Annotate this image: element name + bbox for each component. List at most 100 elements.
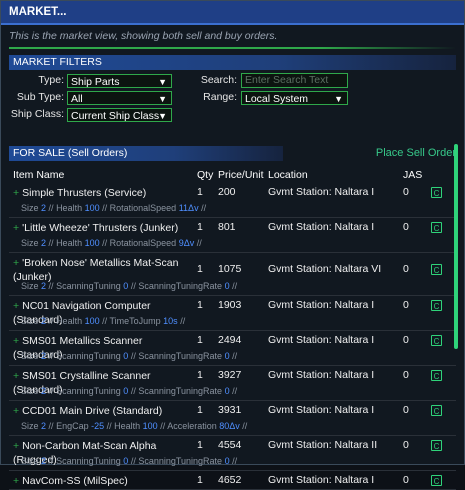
item-name-text: CCD01 Main Drive (Standard)	[22, 405, 163, 417]
subtype-select[interactable]: All ▼	[67, 91, 172, 105]
item-stats: Size 2 // Health 100 // TimeToJump 10s /…	[21, 316, 186, 326]
stat-value: 0	[123, 351, 129, 361]
plus-icon[interactable]: +	[13, 257, 19, 269]
stat-value: 100	[84, 203, 100, 213]
description-divider	[9, 47, 456, 49]
stat-label: TimeToJump	[109, 316, 161, 326]
item-price: 4652	[218, 474, 242, 486]
market-window: MARKET... This is the market view, showi…	[0, 0, 465, 490]
stat-label: ScanningTuning	[56, 386, 121, 396]
c-button-icon[interactable]: C	[431, 370, 442, 381]
item-jas: 0	[403, 299, 409, 311]
market-filters-panel: Type: Ship Parts ▼ Sub Type: All ▼ Ship …	[9, 70, 456, 142]
table-row[interactable]: + Simple Thrusters (Service) 1 200 Gvmt Stat…	[9, 183, 456, 218]
item-name: + 'Little Wheeze' Thrusters (Junker)	[13, 221, 193, 235]
plus-icon[interactable]: +	[13, 370, 19, 382]
item-stats: Size 2 // ScanningTuning 0 // ScanningTu…	[21, 351, 238, 361]
column-qty[interactable]: Qty	[197, 169, 213, 181]
search-input[interactable]: Enter Search Text	[241, 73, 348, 88]
plus-icon[interactable]: +	[13, 440, 19, 452]
item-name-text: NavCom-SS (MilSpec)	[22, 475, 128, 487]
item-price: 1903	[218, 299, 242, 311]
c-button-icon[interactable]: C	[431, 440, 442, 451]
item-jas: 0	[403, 369, 409, 381]
range-label: Range:	[203, 91, 237, 103]
item-name: + Simple Thrusters (Service)	[13, 186, 193, 200]
c-button-icon[interactable]: C	[431, 264, 442, 275]
c-button-icon[interactable]: C	[431, 405, 442, 416]
stat-label: ScanningTuningRate	[138, 386, 223, 396]
chevron-down-icon: ▼	[158, 77, 167, 87]
plus-icon[interactable]: +	[13, 475, 19, 487]
item-price: 3931	[218, 404, 242, 416]
table-row[interactable]: + 'Little Wheeze' Thrusters (Junker) 1 801 G…	[9, 218, 456, 253]
scrollbar-thumb[interactable]	[454, 144, 458, 349]
stat-label: Size	[21, 316, 39, 326]
column-item-name[interactable]: Item Name	[13, 169, 64, 181]
column-jas[interactable]: JAS	[403, 169, 422, 181]
c-button-icon[interactable]: C	[431, 475, 442, 486]
stat-label: Health	[56, 203, 83, 213]
chevron-down-icon: ▼	[334, 94, 343, 104]
item-qty: 1	[197, 369, 203, 381]
stat-label: Size	[21, 421, 39, 431]
plus-icon[interactable]: +	[13, 222, 19, 234]
table-row[interactable]: + 'Broken Nose' Metallics Mat-Scan (Junke…	[9, 253, 456, 296]
table-row[interactable]: + SMS01 Crystalline Scanner (Standard) 1 39…	[9, 366, 456, 401]
stat-value: 11Δv	[178, 203, 199, 213]
item-qty: 1	[197, 263, 203, 275]
item-stats: Size 2 // Health 100 // RotationalSpeed …	[21, 238, 202, 248]
search-label: Search:	[200, 74, 237, 86]
item-price: 801	[218, 221, 236, 233]
stat-label: EngCap	[56, 421, 89, 431]
item-jas: 0	[403, 334, 409, 346]
item-location: Gvmt Station: Naltara I	[268, 404, 375, 416]
stat-label: Size	[21, 203, 39, 213]
c-button-icon[interactable]: C	[431, 222, 442, 233]
item-qty: 1	[197, 299, 203, 311]
plus-icon[interactable]: +	[13, 335, 19, 347]
item-qty: 1	[197, 474, 203, 486]
item-name-text: 'Little Wheeze' Thrusters (Junker)	[22, 222, 179, 234]
shipclass-select[interactable]: Current Ship Class ▼	[67, 108, 172, 122]
item-price: 3927	[218, 369, 242, 381]
table-row[interactable]: + SMS01 Metallics Scanner (Standard) 1 2494…	[9, 331, 456, 366]
item-jas: 0	[403, 439, 409, 451]
item-name-text: 'Broken Nose' Metallics Mat-Scan (Junker…	[13, 257, 179, 283]
stat-value: 9Δv	[178, 238, 195, 248]
item-jas: 0	[403, 221, 409, 233]
c-button-icon[interactable]: C	[431, 187, 442, 198]
stat-value: 2	[41, 421, 47, 431]
stat-value: 100	[84, 238, 100, 248]
chevron-down-icon: ▼	[158, 94, 167, 104]
shipclass-label: Ship Class:	[10, 108, 64, 120]
place-sell-order-link[interactable]: Place Sell Order	[376, 146, 456, 161]
table-row[interactable]: + NavCom-SS (MilSpec) 1 4652 Gvmt Station: N…	[9, 471, 456, 490]
table-row[interactable]: + NC01 Navigation Computer (Standard) 1 190…	[9, 296, 456, 331]
plus-icon[interactable]: +	[13, 405, 19, 417]
c-button-icon[interactable]: C	[431, 335, 442, 346]
item-qty: 1	[197, 334, 203, 346]
subtype-select-value: All	[71, 93, 83, 105]
item-name-text: Simple Thrusters (Service)	[22, 187, 147, 199]
item-location: Gvmt Station: Naltara I	[268, 334, 375, 346]
item-jas: 0	[403, 404, 409, 416]
column-price[interactable]: Price/Unit	[218, 169, 264, 181]
range-select-value: Local System	[245, 93, 309, 105]
chevron-down-icon: ▼	[158, 111, 167, 121]
plus-icon[interactable]: +	[13, 187, 19, 199]
item-stats: Size 2 // Health 100 // RotationalSpeed …	[21, 203, 207, 213]
table-row[interactable]: + Non-Carbon Mat-Scan Alpha (Rugged) 1 4554…	[9, 436, 456, 471]
stat-value: -25	[91, 421, 105, 431]
plus-icon[interactable]: +	[13, 300, 19, 312]
stat-value: 2	[41, 281, 47, 291]
table-row[interactable]: + CCD01 Main Drive (Standard) 1 3931 Gvmt St…	[9, 401, 456, 436]
type-select[interactable]: Ship Parts ▼	[67, 74, 172, 88]
window-title: MARKET...	[1, 1, 464, 25]
sell-orders-list: + Simple Thrusters (Service) 1 200 Gvmt Stat…	[9, 183, 456, 490]
range-select[interactable]: Local System ▼	[241, 91, 348, 105]
stat-label: Size	[21, 351, 39, 361]
c-button-icon[interactable]: C	[431, 300, 442, 311]
column-location[interactable]: Location	[268, 169, 308, 181]
market-description: This is the market view, showing both se…	[9, 30, 278, 42]
